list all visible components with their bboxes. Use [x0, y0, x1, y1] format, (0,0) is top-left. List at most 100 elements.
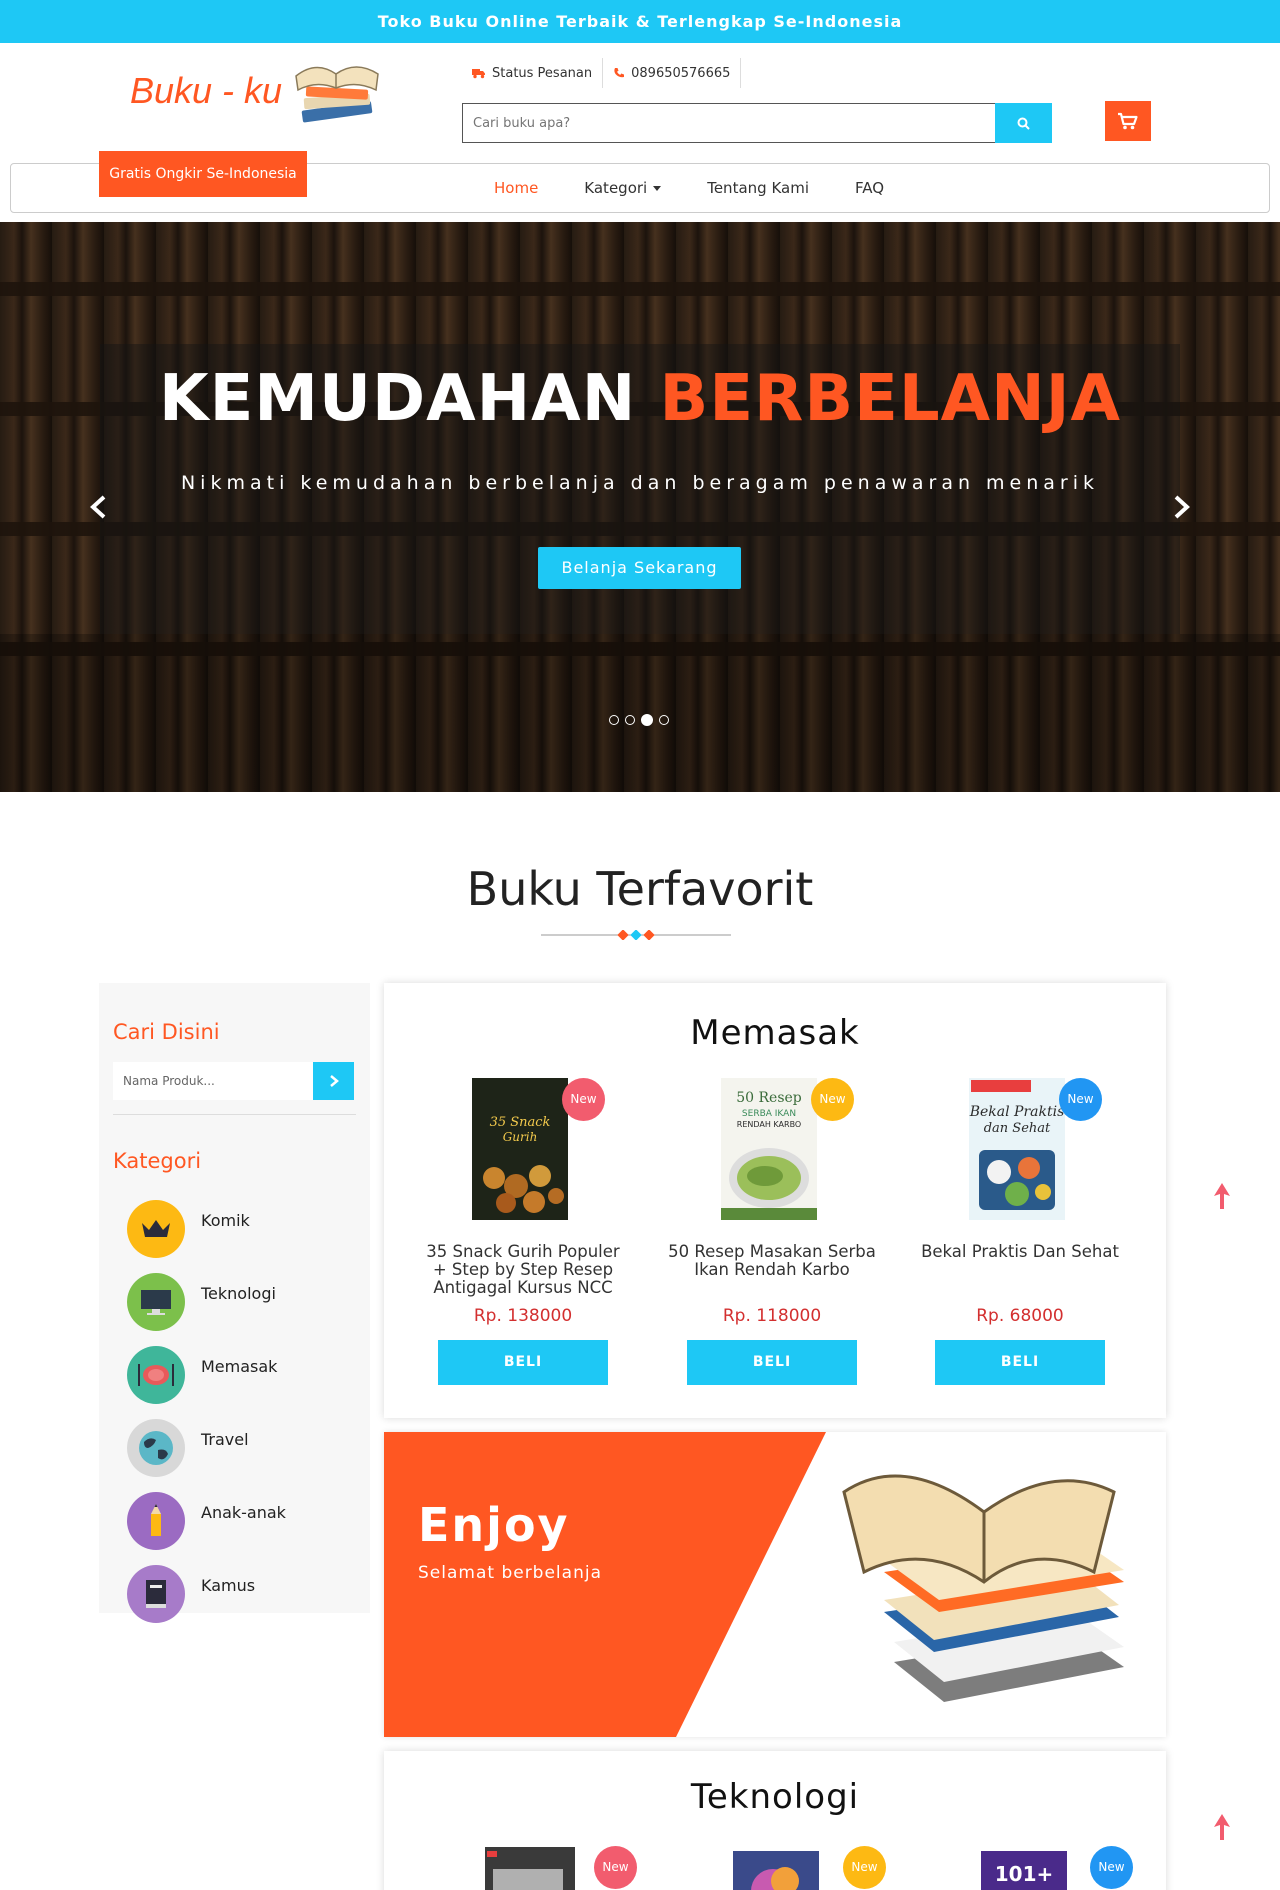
sidebar-item-teknologi[interactable]: Teknologi: [127, 1272, 357, 1332]
sidebar-item-memasak[interactable]: Memasak: [127, 1345, 357, 1405]
product-name[interactable]: Bekal Praktis Dan Sehat: [915, 1243, 1125, 1261]
sidebar-item-kamus[interactable]: Kamus: [127, 1564, 357, 1624]
search-icon: [1017, 117, 1030, 130]
book-cover-image[interactable]: 50 Resep SERBA IKAN RENDAH KARBO: [721, 1078, 817, 1220]
svg-text:50 Resep: 50 Resep: [736, 1090, 802, 1106]
book-icon: [127, 1565, 185, 1623]
hero-shelf: [0, 282, 1280, 296]
new-badge: New: [843, 1846, 886, 1889]
chevron-right-icon: [329, 1075, 339, 1087]
category-label: Komik: [201, 1210, 250, 1230]
category-label: Travel: [201, 1429, 249, 1449]
carousel-dot-active[interactable]: [641, 714, 653, 726]
svg-text:SERBA IKAN: SERBA IKAN: [742, 1109, 796, 1119]
phone-icon: [614, 68, 625, 78]
new-badge: New: [562, 1078, 605, 1121]
carousel-indicators: [606, 714, 672, 726]
product-name[interactable]: 35 Snack Gurih Populer + Step by Step Re…: [418, 1243, 628, 1297]
chevron-right-icon[interactable]: [1166, 492, 1196, 522]
sidebar-category-heading: Kategori: [113, 1149, 202, 1173]
book-cover-image[interactable]: [733, 1851, 819, 1890]
nav-item-faq[interactable]: FAQ: [855, 179, 884, 197]
promo-banner: Enjoy Selamat berbelanja: [384, 1432, 1166, 1737]
category-section-title: Teknologi: [690, 1777, 860, 1817]
svg-text:Gurih: Gurih: [503, 1130, 538, 1144]
monitor-icon: [127, 1273, 185, 1331]
book-stack-icon: [842, 1474, 1124, 1702]
book-cover-image[interactable]: 35 Snack Gurih: [472, 1078, 568, 1220]
section-divider: [541, 930, 731, 940]
svg-text:101+: 101+: [995, 1862, 1054, 1886]
order-status-label: Status Pesanan: [492, 65, 593, 81]
free-shipping-badge: Gratis Ongkir Se-Indonesia: [99, 151, 307, 197]
books-logo-icon: [295, 66, 379, 123]
product-name[interactable]: 50 Resep Masakan Serba Ikan Rendah Karbo: [667, 1243, 877, 1279]
sidebar-item-anak-anak[interactable]: Anak-anak: [127, 1491, 357, 1551]
buy-button[interactable]: BELI: [935, 1340, 1105, 1385]
hero-subtitle: Nikmati kemudahan berbelanja dan beragam…: [180, 472, 1100, 494]
carousel-dot[interactable]: [609, 715, 619, 725]
announcement-bar: Toko Buku Online Terbaik & Terlengkap Se…: [0, 0, 1280, 43]
category-section-teknologi: Teknologi New New 101+ New: [384, 1751, 1166, 1890]
new-badge: New: [811, 1078, 854, 1121]
order-status-link[interactable]: Status Pesanan: [462, 58, 604, 88]
category-section-memasak: Memasak 35 Snack Gurih New 35 Snack Guri…: [384, 983, 1166, 1418]
category-label: Kamus: [201, 1575, 256, 1595]
sidebar-item-travel[interactable]: Travel: [127, 1418, 357, 1478]
nav-item-tentang-kami[interactable]: Tentang Kami: [707, 179, 809, 197]
buy-button[interactable]: BELI: [687, 1340, 857, 1385]
phone-link[interactable]: 089650576665: [603, 58, 742, 88]
product-search-input[interactable]: Nama Produk...: [113, 1062, 313, 1100]
nav-item-kategori[interactable]: Kategori: [584, 179, 662, 197]
nav-item-label: Tentang Kami: [707, 179, 809, 197]
sidebar-item-komik[interactable]: Komik: [127, 1199, 357, 1259]
svg-text:Bekal Praktis: Bekal Praktis: [969, 1104, 1064, 1120]
cart-icon: [1118, 112, 1138, 130]
svg-text:35 Snack: 35 Snack: [490, 1115, 551, 1130]
book-cover-image[interactable]: [485, 1847, 575, 1890]
svg-text:RENDAH KARBO: RENDAH KARBO: [737, 1120, 801, 1129]
book-cover-image[interactable]: Bekal Praktis dan Sehat: [969, 1078, 1065, 1220]
product-price: Rp. 138000: [473, 1306, 573, 1326]
product-search-button[interactable]: [313, 1062, 354, 1100]
category-label: Memasak: [201, 1356, 278, 1376]
sidebar-search-heading: Cari Disini: [113, 1020, 220, 1044]
buy-button[interactable]: BELI: [438, 1340, 608, 1385]
caret-down-icon: [653, 185, 662, 191]
svg-text:dan Sehat: dan Sehat: [984, 1121, 1051, 1136]
nav-item-label: FAQ: [854, 179, 885, 197]
announcement-text: Toko Buku Online Terbaik & Terlengkap Se…: [377, 12, 903, 31]
carousel-dot[interactable]: [625, 715, 635, 725]
scroll-top-icon[interactable]: [1212, 1182, 1232, 1210]
nav-item-label: Home: [494, 179, 539, 197]
truck-icon: [472, 68, 485, 78]
nav-item-home[interactable]: Home: [494, 179, 538, 197]
phone-number: 089650576665: [631, 65, 731, 81]
hero-carousel: KEMUDAHAN BERBELANJA Nikmati kemudahan b…: [0, 222, 1280, 792]
promo-subtitle: Selamat berbelanja: [418, 1563, 602, 1583]
header-search: [462, 103, 1052, 143]
sidebar-divider: [113, 1114, 356, 1115]
book-cover-image[interactable]: 101+: [981, 1851, 1067, 1890]
nav-item-label: Kategori: [584, 179, 648, 197]
chevron-left-icon[interactable]: [84, 492, 114, 522]
hero-bottom-overlay: [0, 634, 1280, 792]
quick-links: Status Pesanan 089650576665: [462, 58, 742, 88]
nav-menu: Home Kategori Tentang Kami FAQ: [471, 164, 907, 212]
category-label: Anak-anak: [201, 1502, 286, 1522]
site-logo[interactable]: Buku - ku: [128, 54, 388, 144]
scroll-top-icon[interactable]: [1212, 1813, 1232, 1841]
new-badge: New: [594, 1846, 637, 1889]
search-button[interactable]: [995, 103, 1052, 143]
category-section-title: Memasak: [690, 1013, 860, 1053]
shop-now-button[interactable]: Belanja Sekarang: [538, 547, 741, 589]
category-label: Teknologi: [201, 1283, 276, 1303]
cart-button[interactable]: [1105, 101, 1151, 141]
search-input[interactable]: [462, 103, 995, 143]
hero-title: KEMUDAHAN BERBELANJA: [0, 362, 1280, 436]
product-price: Rp. 68000: [976, 1306, 1064, 1326]
carousel-dot[interactable]: [659, 715, 669, 725]
crown-icon: [127, 1200, 185, 1258]
new-badge: New: [1059, 1078, 1102, 1121]
hero-title-part2: BERBELANJA: [659, 362, 1122, 436]
